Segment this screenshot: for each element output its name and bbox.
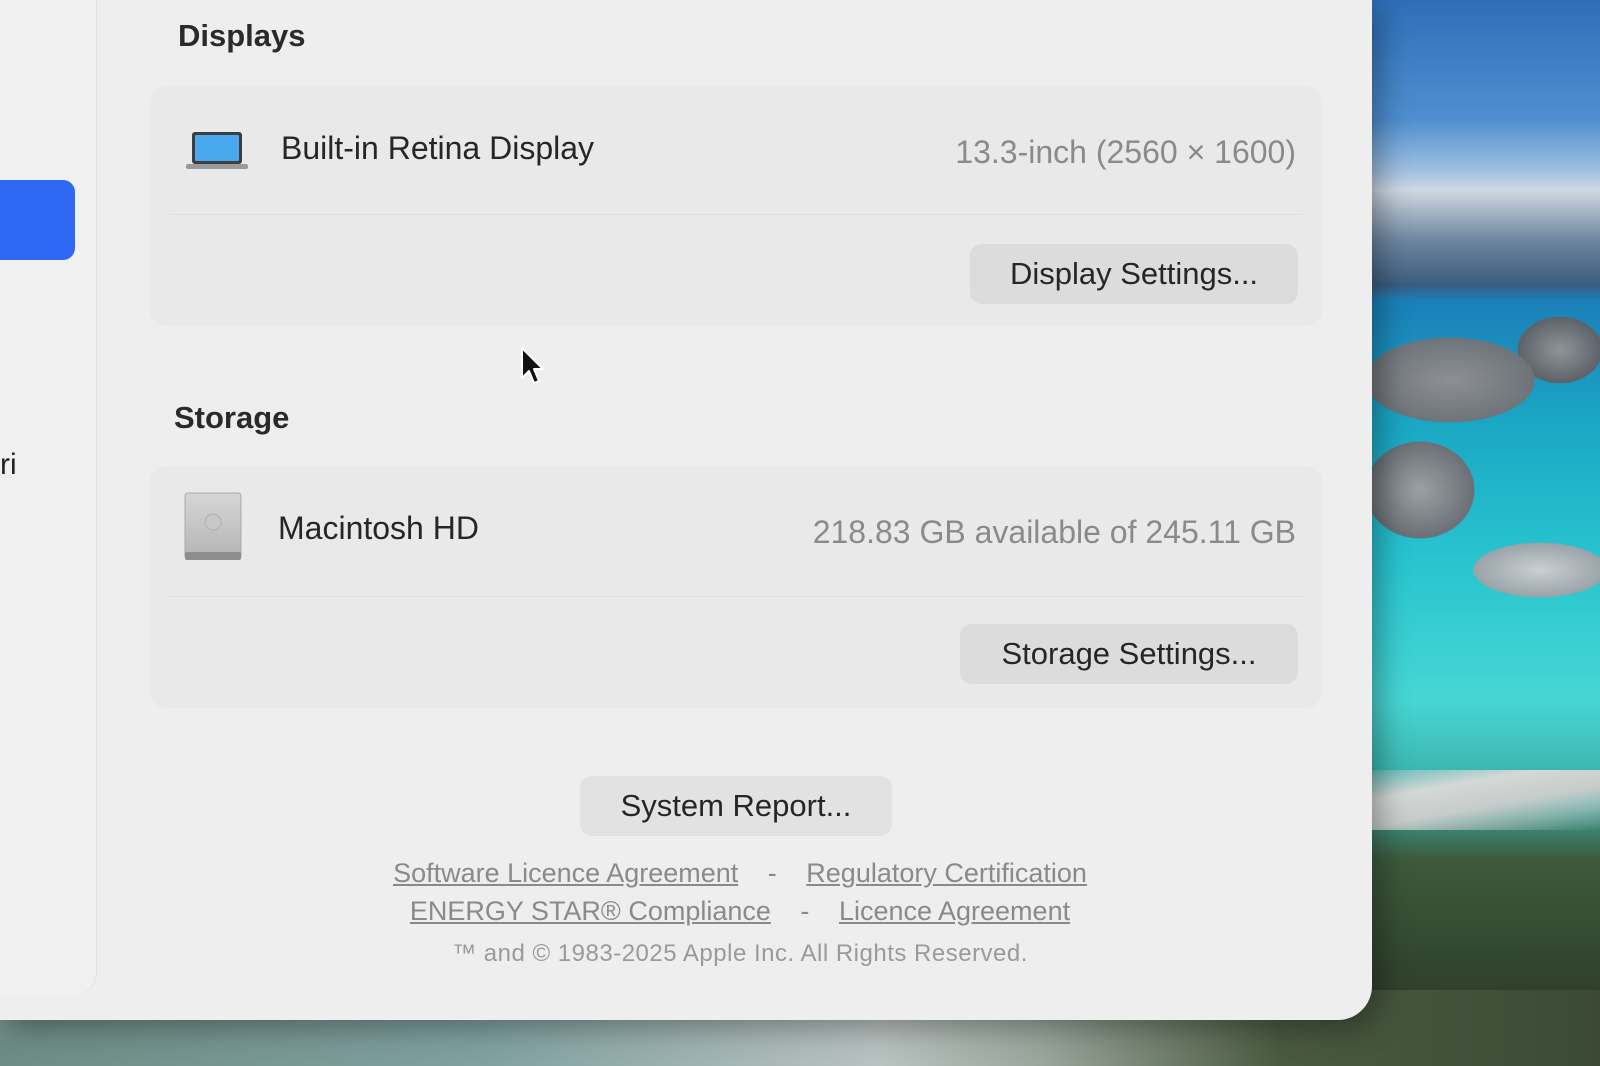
- sidebar-item-label[interactable]: ri: [0, 448, 17, 482]
- footer-links-row-2: ENERGY STAR® Compliance - Licence Agreem…: [150, 896, 1330, 927]
- storage-section-title: Storage: [174, 400, 290, 435]
- link-separator: -: [800, 896, 810, 926]
- display-resolution: 13.3-inch (2560 × 1600): [955, 134, 1296, 170]
- regulatory-certification-link[interactable]: Regulatory Certification: [806, 858, 1087, 888]
- display-settings-button[interactable]: Display Settings...: [970, 244, 1298, 304]
- licence-agreement-link[interactable]: Licence Agreement: [839, 896, 1070, 926]
- copyright-text: ™ and © 1983-2025 Apple Inc. All Rights …: [452, 940, 1028, 967]
- energy-star-compliance-link[interactable]: ENERGY STAR® Compliance: [410, 896, 771, 926]
- displays-row-divider: [170, 214, 1302, 215]
- software-licence-agreement-link[interactable]: Software Licence Agreement: [393, 858, 738, 888]
- laptop-icon: [186, 132, 248, 169]
- link-separator: -: [767, 858, 777, 888]
- hard-drive-icon: [184, 492, 242, 560]
- footer-links-row-1: Software Licence Agreement - Regulatory …: [150, 858, 1330, 889]
- display-name: Built-in Retina Display: [281, 130, 595, 166]
- disk-name: Macintosh HD: [278, 510, 479, 546]
- displays-card: Built-in Retina Display 13.3-inch (2560 …: [150, 86, 1322, 326]
- displays-section-title: Displays: [178, 18, 306, 53]
- mouse-pointer-icon: [521, 347, 544, 384]
- storage-settings-button[interactable]: Storage Settings...: [960, 624, 1298, 684]
- storage-row-divider: [170, 596, 1302, 597]
- sidebar: ri: [0, 0, 96, 995]
- sidebar-selected-item[interactable]: [0, 180, 75, 260]
- main-content: Displays Built-in Retina Display 13.3-in…: [150, 0, 1330, 1020]
- disk-capacity: 218.83 GB available of 245.11 GB: [812, 514, 1296, 550]
- storage-card: Macintosh HD 218.83 GB available of 245.…: [150, 466, 1322, 708]
- system-report-button[interactable]: System Report...: [580, 776, 892, 836]
- settings-window: ri Displays Built-in Retina Display 13.3…: [0, 0, 1372, 1020]
